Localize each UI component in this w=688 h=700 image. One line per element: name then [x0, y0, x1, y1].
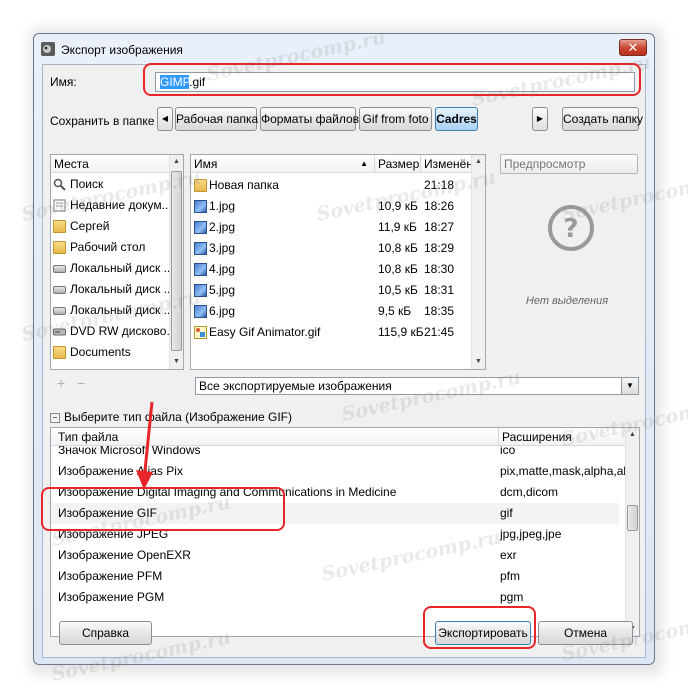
- table-row[interactable]: Изображение PGM pgm: [51, 587, 619, 608]
- preview-panel: Предпросмотр ? Нет выделения: [495, 154, 639, 370]
- places-panel: Места Поиск Недавние докум... Сергей Раб…: [50, 154, 184, 370]
- file-row[interactable]: 4.jpg 10,8 кБ 18:30: [191, 259, 473, 280]
- image-icon: [194, 242, 207, 255]
- window-title: Экспорт изображения: [61, 43, 183, 57]
- collapse-icon: −: [50, 413, 60, 423]
- save-in-label: Сохранить в папке: [50, 114, 155, 128]
- files-scrollbar[interactable]: ▲ ▼: [471, 155, 485, 369]
- column-header-modified[interactable]: Изменён: [421, 155, 473, 173]
- close-button[interactable]: ✕: [619, 39, 647, 56]
- red-arrow-icon: [136, 401, 154, 490]
- column-header-file-type[interactable]: Тип файла: [51, 428, 499, 446]
- table-row[interactable]: Изображение PFM pfm: [51, 566, 619, 587]
- recent-icon: [53, 199, 66, 212]
- file-row[interactable]: 2.jpg 11,9 кБ 18:27: [191, 217, 473, 238]
- image-icon: [194, 263, 207, 276]
- image-icon: [194, 284, 207, 297]
- scroll-down-icon[interactable]: ▼: [170, 355, 183, 369]
- drive-icon: [53, 307, 66, 315]
- chevron-left-icon: ◀: [161, 114, 169, 123]
- breadcrumb-gif-from-foto[interactable]: Gif from foto: [359, 107, 432, 131]
- file-type-expander[interactable]: − Выберите тип файла (Изображение GIF): [50, 410, 292, 424]
- preview-title: Предпросмотр: [500, 154, 638, 174]
- file-type-scroll-thumb[interactable]: [627, 505, 638, 531]
- chevron-down-icon: ▼: [621, 378, 638, 394]
- question-mark-icon: ?: [548, 205, 594, 251]
- file-type-scrollbar[interactable]: ▲ ▼: [625, 428, 639, 636]
- cancel-button[interactable]: Отмена: [538, 621, 633, 645]
- folder-icon: [53, 241, 66, 254]
- folder-icon: [53, 346, 66, 359]
- image-icon: [194, 200, 207, 213]
- drive-icon: [53, 265, 66, 273]
- preview-empty-text: Нет выделения: [525, 295, 609, 307]
- add-place-button[interactable]: +: [57, 375, 65, 391]
- plus-icon: +: [57, 375, 66, 391]
- file-row[interactable]: 6.jpg 9,5 кБ 18:35: [191, 301, 473, 322]
- remove-place-button[interactable]: −: [77, 375, 85, 391]
- folder-icon: [194, 179, 207, 192]
- places-scrollbar[interactable]: ▲ ▼: [169, 155, 183, 369]
- file-list-panel: Имя ▲ Размер Изменён Новая папка 21:18 1.…: [190, 154, 486, 370]
- column-header-size[interactable]: Размер: [375, 155, 421, 173]
- dialog-body: Имя: GIMP.gif Сохранить в папке ◀ Рабоча…: [42, 64, 646, 658]
- breadcrumb-cadres[interactable]: Cadres: [435, 107, 478, 131]
- image-icon: [194, 221, 207, 234]
- places-header[interactable]: Места: [51, 155, 171, 173]
- file-row[interactable]: Easy Gif Animator.gif 115,9 кБ 21:45: [191, 322, 473, 343]
- breadcrumb-working-folder[interactable]: Рабочая папка: [175, 107, 258, 131]
- gimp-app-icon: [41, 42, 55, 56]
- image-icon: [194, 305, 207, 318]
- table-row[interactable]: Изображение OpenEXR exr: [51, 545, 619, 566]
- highlight-gif-row: [41, 487, 285, 531]
- file-row[interactable]: Новая папка 21:18: [191, 175, 473, 196]
- name-label: Имя:: [50, 75, 77, 89]
- highlight-filename: [143, 63, 641, 96]
- column-header-extensions[interactable]: Расширения: [499, 428, 627, 446]
- breadcrumb-file-formats[interactable]: Форматы файлов: [260, 107, 359, 131]
- highlight-export-button: [423, 606, 536, 649]
- dvd-icon: [53, 328, 66, 336]
- minus-icon: −: [77, 375, 86, 391]
- export-dialog: Экспорт изображения ✕ Имя: GIMP.gif Сохр…: [33, 33, 655, 665]
- folder-icon: [53, 220, 66, 233]
- file-filter-select[interactable]: Все экспортируемые изображения ▼: [195, 377, 639, 395]
- file-row[interactable]: 5.jpg 10,5 кБ 18:31: [191, 280, 473, 301]
- gif-icon: [194, 326, 207, 339]
- create-folder-button[interactable]: Создать папку: [562, 107, 643, 131]
- places-scroll-thumb[interactable]: [171, 171, 182, 351]
- column-header-name[interactable]: Имя ▲: [191, 155, 375, 173]
- help-button[interactable]: Справка: [59, 621, 152, 645]
- scroll-up-icon[interactable]: ▲: [170, 155, 183, 169]
- close-icon: ✕: [627, 40, 639, 55]
- search-icon: [53, 178, 66, 191]
- scroll-up-icon[interactable]: ▲: [472, 155, 485, 169]
- sort-up-icon: ▲: [360, 159, 368, 168]
- breadcrumb-left-button[interactable]: ◀: [157, 107, 173, 131]
- title-bar: Экспорт изображения ✕: [34, 34, 654, 64]
- scroll-up-icon[interactable]: ▲: [626, 428, 639, 442]
- scroll-down-icon[interactable]: ▼: [472, 355, 485, 369]
- file-row[interactable]: 3.jpg 10,8 кБ 18:29: [191, 238, 473, 259]
- chevron-right-icon: ▶: [536, 114, 544, 123]
- breadcrumb-right-button[interactable]: ▶: [532, 107, 548, 131]
- file-row[interactable]: 1.jpg 10,9 кБ 18:26: [191, 196, 473, 217]
- drive-icon: [53, 286, 66, 294]
- svg-text:?: ?: [563, 214, 578, 244]
